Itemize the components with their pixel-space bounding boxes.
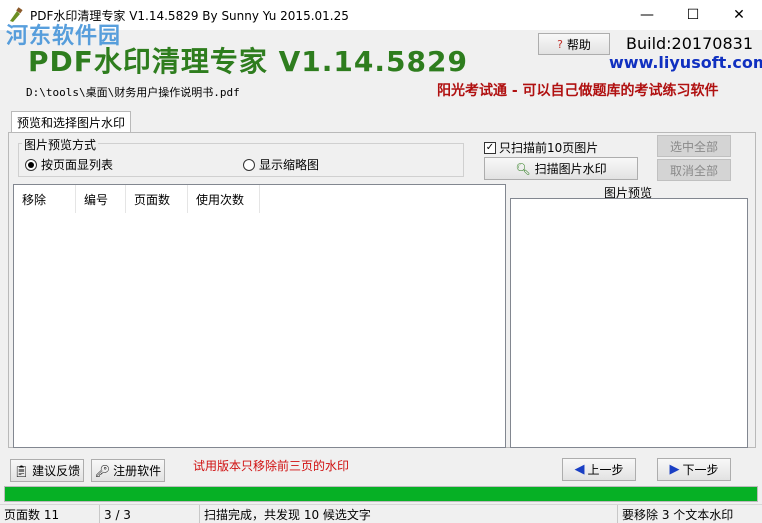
next-label: 下一步 [682, 463, 719, 477]
column-number[interactable]: 编号 [76, 185, 126, 213]
status-bar: 页面数 11 3 / 3 扫描完成，共发现 10 候选文字 要移除 3 个文本水… [0, 504, 762, 523]
build-label: Build:20170831 [626, 34, 753, 53]
tab-preview-select[interactable]: 预览和选择图片水印 [11, 111, 131, 133]
column-page-count[interactable]: 页面数 [126, 185, 188, 213]
progress-bar [4, 486, 758, 502]
image-preview-area [510, 198, 748, 448]
close-button[interactable]: ✕ [716, 0, 762, 30]
arrow-right-icon: ▶ [669, 462, 680, 477]
only-first-10-checkbox[interactable]: ✓ 只扫描前10页图片 [484, 139, 598, 156]
arrow-left-icon: ◀ [574, 462, 585, 477]
column-remove[interactable]: 移除 [14, 185, 76, 213]
scan-label: 扫描图片水印 [534, 162, 607, 176]
app-title: PDF水印清理专家 V1.14.5829 [28, 45, 468, 78]
radio-label: 显示缩略图 [259, 158, 320, 172]
ad-link[interactable]: 阳光考试通 - 可以自己做题库的考试练习软件 [437, 80, 719, 100]
radio-thumbnails[interactable]: 显示缩略图 [243, 156, 319, 173]
status-page-count: 页面数 11 [0, 505, 100, 523]
minimize-button[interactable]: — [624, 0, 670, 30]
prev-step-button[interactable]: ◀ 上一步 [562, 458, 636, 481]
checkbox-label: 只扫描前10页图片 [499, 141, 599, 155]
status-message: 扫描完成，共发现 10 候选文字 [200, 505, 618, 523]
help-icon: ? [557, 37, 563, 51]
trial-note: 试用版本只移除前三页的水印 [193, 459, 350, 473]
list-header: 移除 编号 页面数 使用次数 [14, 185, 260, 213]
search-icon: 🔍︎ [515, 161, 531, 176]
register-label: 注册软件 [113, 464, 162, 478]
scan-watermark-button[interactable]: 🔍︎ 扫描图片水印 [484, 157, 638, 180]
radio-dot [243, 158, 255, 171]
checkbox-checked-icon: ✓ [484, 141, 496, 154]
website-link[interactable]: www.liyusoft.com [609, 53, 762, 72]
register-button[interactable]: 🔑︎ 注册软件 [91, 459, 165, 482]
maximize-button[interactable]: ☐ [670, 0, 716, 30]
feedback-icon: 📋︎ [13, 463, 30, 478]
progress-fill [5, 487, 757, 501]
deselect-all-button[interactable]: 取消全部 [657, 159, 731, 181]
feedback-button[interactable]: 📋︎ 建议反馈 [10, 459, 84, 482]
status-page-index: 3 / 3 [100, 505, 200, 523]
file-path: D:\tools\桌面\财务用户操作说明书.pdf [26, 86, 240, 99]
radio-dot-selected [25, 158, 37, 171]
feedback-label: 建议反馈 [32, 464, 81, 478]
column-use-count[interactable]: 使用次数 [188, 185, 260, 213]
prev-label: 上一步 [587, 463, 624, 477]
next-step-button[interactable]: ▶ 下一步 [657, 458, 731, 481]
watermark-list[interactable]: 移除 编号 页面数 使用次数 [13, 184, 506, 448]
radio-label: 按页面显列表 [41, 158, 114, 172]
preview-mode-label: 图片预览方式 [22, 136, 99, 153]
help-button[interactable]: ? 帮助 [538, 33, 610, 55]
radio-page-list[interactable]: 按页面显列表 [25, 156, 113, 173]
status-remove-count: 要移除 3 个文本水印 [622, 508, 734, 522]
select-all-button[interactable]: 选中全部 [657, 135, 731, 157]
help-label: 帮助 [566, 37, 591, 52]
key-icon: 🔑︎ [94, 463, 111, 478]
